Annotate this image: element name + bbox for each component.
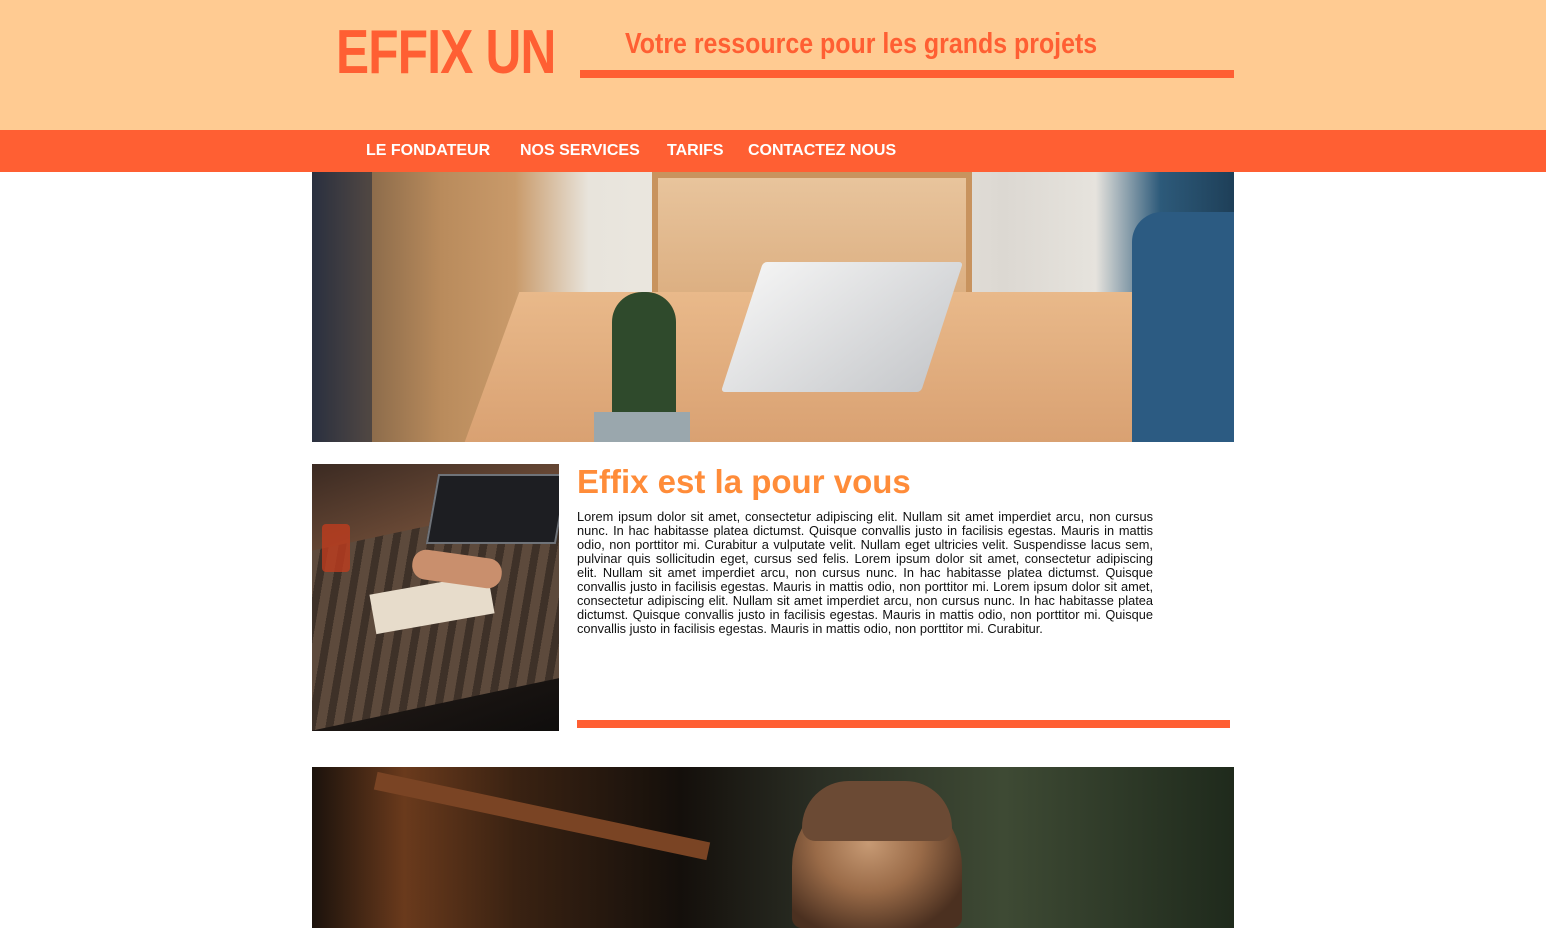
nav-item-contactez-nous[interactable]: CONTACTEZ NOUS [748, 141, 896, 161]
section-title: Effix est la pour vous [577, 463, 911, 500]
main-nav: LE FONDATEUR NOS SERVICES TARIFS CONTACT… [0, 130, 1546, 172]
hero-pot [594, 412, 690, 442]
side-laptop [425, 474, 559, 544]
bottom-hair [802, 781, 952, 841]
hero-image-office-desk [312, 172, 1234, 442]
hero-shade [312, 172, 372, 442]
nav-item-tarifs[interactable]: TARIFS [667, 141, 724, 161]
side-image-workspace [312, 464, 559, 731]
hero-laptop [720, 262, 964, 392]
nav-item-le-fondateur[interactable]: LE FONDATEUR [366, 141, 490, 161]
site-logo[interactable]: EFFIX UN [336, 18, 556, 88]
hero-cactus [612, 292, 676, 422]
nav-item-nos-services[interactable]: NOS SERVICES [520, 141, 640, 161]
section-divider [577, 720, 1230, 728]
tagline-underline [580, 70, 1234, 78]
hero-chair [1132, 212, 1234, 442]
bottom-rail [373, 771, 711, 861]
side-glass [322, 524, 350, 572]
section-body-text: Lorem ipsum dolor sit amet, consectetur … [577, 509, 1153, 636]
site-tagline: Votre ressource pour les grands projets [625, 28, 1098, 60]
site-header: EFFIX UN Votre ressource pour les grands… [0, 0, 1546, 130]
bottom-image-portrait [312, 767, 1234, 928]
